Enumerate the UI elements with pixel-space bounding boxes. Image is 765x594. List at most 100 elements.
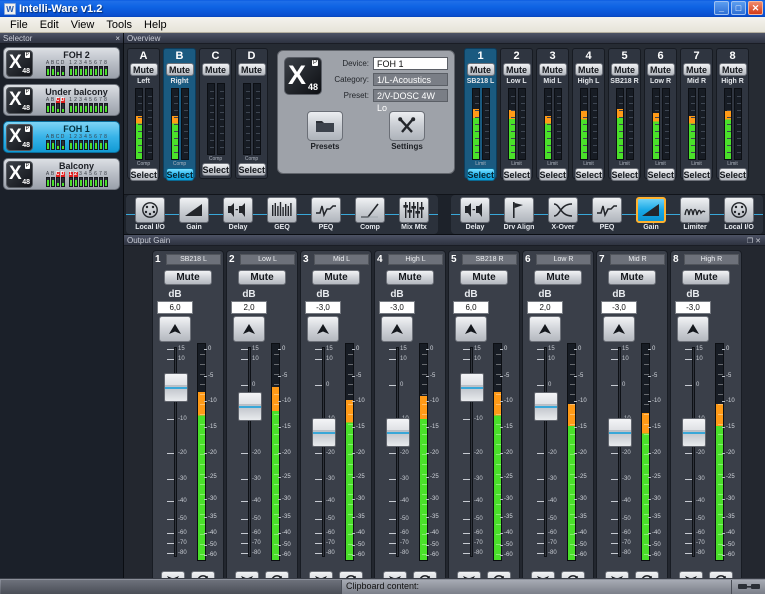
select-button[interactable]: Select (682, 168, 711, 181)
chain-block-delay[interactable]: Delay (216, 197, 260, 232)
gain-value-field[interactable]: -3,0 (305, 301, 341, 314)
mute-button[interactable]: Mute (502, 63, 531, 76)
fader-thumb[interactable] (238, 392, 262, 421)
mute-button[interactable]: Mute (718, 63, 747, 76)
chain-block-geq[interactable]: GEQ (260, 197, 304, 232)
channel-name[interactable]: Mid L (314, 254, 369, 265)
menu-help[interactable]: Help (138, 18, 173, 32)
chain-block-gain[interactable]: Gain (629, 197, 673, 232)
presets-button[interactable]: Presets (305, 111, 345, 151)
select-button[interactable]: Select (502, 168, 531, 181)
mute-button[interactable]: Mute (466, 63, 495, 76)
gain-value-field[interactable]: -3,0 (379, 301, 415, 314)
maximize-button[interactable]: □ (731, 1, 746, 15)
mute-button[interactable]: Mute (164, 270, 212, 285)
selector-item[interactable]: P X 48 Under balcony A B C D 1 2 3 4 5 6 7 8 (3, 84, 120, 116)
gain-fader[interactable]: 15100-10-20-30-40-50-60-70-80 (673, 343, 715, 561)
chain-block-local-i-o[interactable]: Local I/O (128, 197, 172, 232)
mute-button[interactable]: Mute (574, 63, 603, 76)
gain-fader[interactable]: 15100-10-20-30-40-50-60-70-80 (525, 343, 567, 561)
select-button[interactable]: Select (201, 163, 230, 176)
gain-fader[interactable]: 15100-10-20-30-40-50-60-70-80 (155, 343, 197, 561)
chain-block-mix-mtx[interactable]: Mix Mtx (392, 197, 436, 232)
menu-tools[interactable]: Tools (100, 18, 138, 32)
channel-name[interactable]: SB218 R (462, 254, 517, 265)
mute-button[interactable]: Mute (610, 63, 639, 76)
mute-button[interactable]: Mute (165, 63, 194, 76)
menu-edit[interactable]: Edit (34, 18, 65, 32)
gain-up-button[interactable] (381, 316, 413, 342)
gain-fader[interactable]: 15100-10-20-30-40-50-60-70-80 (229, 343, 271, 561)
chain-block-gain[interactable]: Gain (172, 197, 216, 232)
gain-up-button[interactable] (529, 316, 561, 342)
mute-button[interactable]: Mute (534, 270, 582, 285)
fader-thumb[interactable] (386, 418, 410, 447)
output-channel-strip[interactable]: 3 Mute Mid L Limit Select (536, 48, 569, 181)
gain-value-field[interactable]: 6,0 (453, 301, 489, 314)
channel-name[interactable]: Low L (240, 254, 295, 265)
mute-button[interactable]: Mute (201, 63, 230, 76)
close-button[interactable]: ✕ (748, 1, 763, 15)
fader-thumb[interactable] (164, 373, 188, 402)
menu-view[interactable]: View (65, 18, 101, 32)
select-button[interactable]: Select (237, 163, 266, 176)
output-channel-strip[interactable]: 6 Mute Low R Limit Select (644, 48, 677, 181)
input-channel-strip[interactable]: C Mute Comp Select (199, 48, 232, 179)
gain-value-field[interactable]: 6,0 (157, 301, 193, 314)
selector-close-icon[interactable]: × (115, 33, 120, 44)
selector-item[interactable]: P X 48 Balcony A B C D 1 2 3 4 5 6 7 8 (3, 158, 120, 190)
select-button[interactable]: Select (718, 168, 747, 181)
settings-button[interactable]: Settings (387, 111, 427, 151)
gain-value-field[interactable]: -3,0 (675, 301, 711, 314)
mute-button[interactable]: Mute (646, 63, 675, 76)
mute-button[interactable]: Mute (682, 63, 711, 76)
gain-value-field[interactable]: 2,0 (527, 301, 563, 314)
mute-button[interactable]: Mute (538, 63, 567, 76)
output-gain-restore-icon[interactable]: ❐ (747, 238, 753, 245)
gain-fader[interactable]: 15100-10-20-30-40-50-60-70-80 (303, 343, 345, 561)
chain-block-delay[interactable]: Delay (453, 197, 497, 232)
select-button[interactable]: Select (165, 168, 194, 181)
input-channel-strip[interactable]: A Mute Left Comp Select (127, 48, 160, 181)
device-field-value[interactable]: FOH 1 (373, 57, 448, 70)
gain-up-button[interactable] (159, 316, 191, 342)
gain-value-field[interactable]: -3,0 (601, 301, 637, 314)
gain-up-button[interactable] (603, 316, 635, 342)
chain-block-drv-align[interactable]: Drv Align (497, 197, 541, 232)
gain-value-field[interactable]: 2,0 (231, 301, 267, 314)
gain-up-button[interactable] (307, 316, 339, 342)
mute-button[interactable]: Mute (460, 270, 508, 285)
fader-thumb[interactable] (682, 418, 706, 447)
select-button[interactable]: Select (129, 168, 158, 181)
output-channel-strip[interactable]: 1 Mute SB218 L Limit Select (464, 48, 497, 181)
chain-block-x-over[interactable]: X-Over (541, 197, 585, 232)
channel-name[interactable]: SB218 L (166, 254, 221, 265)
select-button[interactable]: Select (466, 168, 495, 181)
input-channel-strip[interactable]: B Mute Right Comp Select (163, 48, 196, 181)
chain-block-limiter[interactable]: Limiter (673, 197, 717, 232)
select-button[interactable]: Select (574, 168, 603, 181)
minimize-button[interactable]: _ (714, 1, 729, 15)
menu-file[interactable]: File (4, 18, 34, 32)
mute-button[interactable]: Mute (608, 270, 656, 285)
channel-name[interactable]: Low R (536, 254, 591, 265)
mute-button[interactable]: Mute (237, 63, 266, 76)
gain-up-button[interactable] (677, 316, 709, 342)
output-channel-strip[interactable]: 7 Mute Mid R Limit Select (680, 48, 713, 181)
input-channel-strip[interactable]: D Mute Comp Select (235, 48, 268, 179)
select-button[interactable]: Select (646, 168, 675, 181)
chain-block-comp[interactable]: Comp (348, 197, 392, 232)
chain-block-peq[interactable]: PEQ (304, 197, 348, 232)
mute-button[interactable]: Mute (682, 270, 730, 285)
selector-item[interactable]: P X 48 FOH 2ABCD12345678 (3, 47, 120, 79)
gain-up-button[interactable] (455, 316, 487, 342)
fader-thumb[interactable] (608, 418, 632, 447)
channel-name[interactable]: High L (388, 254, 443, 265)
fader-thumb[interactable] (312, 418, 336, 447)
gain-fader[interactable]: 15100-10-20-30-40-50-60-70-80 (377, 343, 419, 561)
mute-button[interactable]: Mute (238, 270, 286, 285)
output-channel-strip[interactable]: 8 Mute High R Limit Select (716, 48, 749, 181)
fader-thumb[interactable] (534, 392, 558, 421)
gain-fader[interactable]: 15100-10-20-30-40-50-60-70-80 (599, 343, 641, 561)
chain-block-peq[interactable]: PEQ (585, 197, 629, 232)
